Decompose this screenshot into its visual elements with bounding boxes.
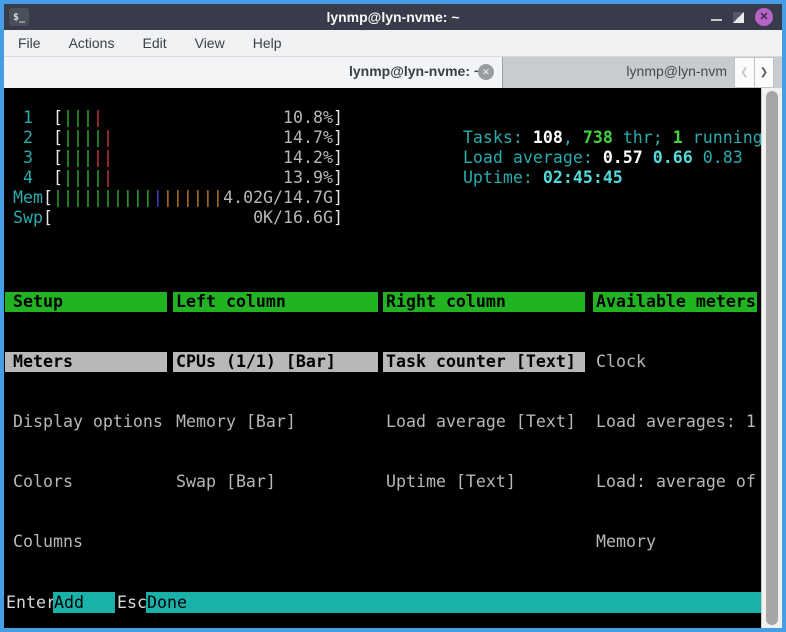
uptime-value: 02:45:45: [543, 168, 623, 187]
setup-item-meters[interactable]: Meters: [5, 352, 167, 372]
cpu2-label: 2: [13, 128, 53, 148]
menu-file[interactable]: File: [4, 35, 55, 51]
meter-item-load-averages[interactable]: Load averages: 1: [593, 412, 757, 432]
left-column-header: Left column: [173, 292, 378, 312]
memory-label: Mem: [13, 188, 43, 208]
left-column-item-swap[interactable]: Swap [Bar]: [173, 472, 378, 492]
window-title: lynmp@lyn-nvme: ~: [4, 9, 782, 25]
tab-prev-icon[interactable]: ❮: [734, 57, 754, 88]
available-meters-header: Available meters: [593, 292, 757, 312]
menu-actions[interactable]: Actions: [55, 35, 129, 51]
setup-panel: Setup Meters Display options Colors Colu…: [5, 252, 167, 592]
setup-item-display-options[interactable]: Display options: [5, 412, 167, 432]
meter-item-clock[interactable]: Clock: [593, 352, 757, 372]
memory-bar-green: ||||||||||: [53, 188, 153, 208]
setup-item-colors[interactable]: Colors: [5, 472, 167, 492]
cpu1-label: 1: [13, 108, 53, 128]
memory-bar-orange: ||||||: [163, 188, 223, 208]
add-action-button[interactable]: Add: [53, 592, 115, 613]
menu-view[interactable]: View: [181, 35, 239, 51]
meter-item-load-average-of[interactable]: Load: average of: [593, 472, 757, 492]
cpu3-bar-green: |||: [63, 148, 93, 168]
tasks-line: Tasks: 108, 738 thr; 1 running: [383, 108, 761, 128]
tab-active-label[interactable]: lynmp@lyn-nvme: ~: [349, 63, 482, 79]
tab-inactive-label[interactable]: lynmp@lyn-nvm: [626, 63, 727, 79]
maximize-icon[interactable]: [733, 12, 744, 23]
left-column-item-memory[interactable]: Memory [Bar]: [173, 412, 378, 432]
scrollbar-thumb[interactable]: [766, 91, 778, 625]
left-column-panel: Left column CPUs (1/1) [Bar] Memory [Bar…: [173, 252, 378, 532]
load-5min: 0.66: [653, 148, 703, 167]
left-column-item-cpus[interactable]: CPUs (1/1) [Bar]: [173, 352, 378, 372]
htop-setup-screen: 1[||||10.8%] 2[|||||14.7%] 3[|||||14.2%]…: [4, 88, 761, 628]
close-window-icon[interactable]: ✕: [755, 8, 773, 26]
cpu2-bar-red: |: [103, 128, 113, 148]
load-15min: 0.83: [703, 148, 743, 167]
memory-bar-blue: |: [153, 188, 163, 208]
memory-value: 4.02G/14.7G: [223, 188, 333, 208]
titlebar[interactable]: $_ lynmp@lyn-nvme: ~ ✕: [4, 4, 782, 30]
load-average-line: Load average: 0.57 0.66 0.83: [383, 128, 743, 148]
function-key-bar: Enter Add Esc Done: [4, 592, 761, 613]
cpu2-meter: 2[|||||14.7%]: [13, 128, 343, 148]
cpu3-label: 3: [13, 148, 53, 168]
cpu4-value: 13.9%: [283, 168, 333, 188]
done-action-button[interactable]: Done: [146, 592, 761, 613]
cpu1-value: 10.8%: [283, 108, 333, 128]
tab-close-icon[interactable]: ✕: [478, 64, 494, 80]
cpu1-meter: 1[||||10.8%]: [13, 108, 343, 128]
esc-key-label[interactable]: Esc: [115, 592, 146, 613]
menubar: File Actions Edit View Help: [4, 30, 782, 57]
available-meters-panel: Available meters Clock Load averages: 1 …: [593, 252, 757, 628]
cpu3-meter: 3[|||||14.2%]: [13, 148, 343, 168]
cpu3-bar-red: ||: [93, 148, 113, 168]
terminal-window: $_ lynmp@lyn-nvme: ~ ✕ File Actions Edit…: [0, 0, 786, 632]
tab-scroll-arrows: ❮ ❯: [734, 57, 774, 88]
cpu4-bar-red: |: [103, 168, 113, 188]
minimize-icon[interactable]: [711, 19, 722, 21]
cpu4-label: 4: [13, 168, 53, 188]
cpu2-value: 14.7%: [283, 128, 333, 148]
memory-meter: Mem[|||||||||||||||||4.02G/14.7G]: [13, 188, 343, 208]
setup-panel-header: Setup: [5, 292, 167, 312]
cpu3-value: 14.2%: [283, 148, 333, 168]
tab-next-icon[interactable]: ❯: [754, 57, 774, 88]
menu-help[interactable]: Help: [239, 35, 296, 51]
swap-value: 0K/16.6G: [253, 208, 333, 228]
cpu4-meter: 4[|||||13.9%]: [13, 168, 343, 188]
right-column-header: Right column: [383, 292, 585, 312]
swap-meter: Swp[0K/16.6G]: [13, 208, 343, 228]
right-column-item-task-counter[interactable]: Task counter [Text]: [383, 352, 585, 372]
swap-label: Swp: [13, 208, 43, 228]
cpu1-bar-red: |: [93, 108, 103, 128]
cpu2-bar-green: ||||: [63, 128, 103, 148]
tabbar: lynmp@lyn-nvme: ~ ✕ lynmp@lyn-nvm ❮ ❯: [4, 57, 782, 88]
cpu4-bar-green: ||||: [63, 168, 103, 188]
menu-edit[interactable]: Edit: [128, 35, 180, 51]
right-column-panel: Right column Task counter [Text] Load av…: [383, 252, 585, 532]
right-column-item-load-average[interactable]: Load average [Text]: [383, 412, 585, 432]
scrollbar-track[interactable]: [761, 88, 782, 628]
setup-item-columns[interactable]: Columns: [5, 532, 167, 552]
right-column-item-uptime[interactable]: Uptime [Text]: [383, 472, 585, 492]
meter-item-memory[interactable]: Memory: [593, 532, 757, 552]
cpu1-bar-green: |||: [63, 108, 93, 128]
enter-key-label[interactable]: Enter: [4, 592, 53, 613]
uptime-line: Uptime: 02:45:45: [383, 148, 623, 168]
